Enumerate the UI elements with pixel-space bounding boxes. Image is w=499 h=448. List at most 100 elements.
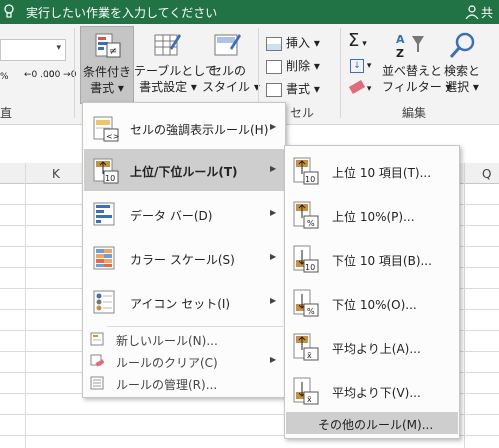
format-cells-button[interactable]: 書式 ▾ [266, 80, 320, 97]
number-group-label: 直 [0, 106, 13, 120]
conditional-formatting-button[interactable]: ≠ 条件付き 書式 ▾ [80, 26, 134, 104]
chevron-down-icon: ▾ [364, 84, 372, 94]
fs-label-line2: 選択 ▾ [445, 80, 479, 94]
submenu-item-bottom-10-items[interactable]: 10 下位 10 項目(B)... [286, 238, 458, 280]
fs-label-line1: 検索と [443, 64, 480, 78]
sf-label-line2: フィルター ▾ [382, 80, 452, 94]
column-header-q[interactable]: Q [482, 167, 491, 181]
submenu-item-above-average[interactable]: x̄ 平均より上(A)... [286, 326, 458, 368]
editing-group-label: 編集 [402, 106, 427, 120]
menu-item-data-bars[interactable]: データ バー(D) ▶ [84, 193, 284, 235]
delete-button[interactable]: 削除 ▾ [266, 57, 320, 74]
submenu-item-top-10-items[interactable]: 10 上位 10 項目(T)... [286, 150, 458, 192]
submenu-icon-text: 10 [305, 263, 315, 272]
menu-separator [107, 326, 283, 327]
menu-item-label: 上位/下位ルール(T) [130, 165, 238, 179]
eraser-icon [348, 80, 366, 94]
menu-item-label: データ バー(D) [130, 209, 213, 223]
sort-filter-icon: A Z [396, 33, 424, 60]
submenu-arrow-icon: ▶ [270, 122, 277, 131]
bottom-10-items-icon: 10 [293, 245, 319, 273]
table-format-icon [154, 34, 181, 56]
group-separator [340, 28, 341, 118]
menu-item-clear-rules[interactable]: ルールのクリア(C) ▶ [84, 351, 284, 371]
submenu-item-below-average[interactable]: x̄ 平均より下(V)... [286, 370, 458, 412]
color-scales-icon [93, 246, 115, 270]
insert-button[interactable]: 挿入 ▾ [266, 34, 320, 51]
submenu-item-label: 平均より上(A)... [332, 342, 421, 356]
number-format-dropdown[interactable]: ▾ [0, 39, 66, 61]
column-gridline [464, 163, 465, 448]
menu-item-label: セルの強調表示ルール(H) [130, 123, 269, 137]
submenu-icon-text: x̄ [307, 395, 312, 404]
menu-item-label: 新しいルール(N)... [116, 334, 218, 348]
menu-item-new-rule[interactable]: 新しいルール(N)... [84, 329, 284, 349]
cells-group-label: セル [290, 106, 315, 120]
submenu-icon-text: % [307, 307, 315, 316]
lightbulb-icon [4, 4, 14, 18]
find-select-button[interactable]: 検索と 選択 ▾ [442, 26, 482, 102]
svg-text:A: A [396, 33, 405, 46]
submenu-arrow-icon: ▶ [270, 296, 277, 305]
submenu-item-label: 下位 10 項目(B)... [332, 254, 432, 268]
menu-item-highlight-cells-rules[interactable]: <> セルの強調表示ルール(H) ▶ [84, 107, 284, 149]
submenu-icon-text: 10 [305, 175, 315, 184]
column-gridline [25, 163, 26, 448]
sigma-icon: Σ [348, 30, 360, 51]
menu-item-top-bottom-rules[interactable]: 10 上位/下位ルール(T) ▶ [84, 149, 284, 191]
icon-sets-icon [93, 290, 115, 314]
top-bottom-rules-submenu: 10 上位 10 項目(T)... % 上位 10%(P)... 10 下位 1… [284, 145, 460, 439]
clear-rules-icon [90, 354, 104, 367]
top-10-percent-icon: % [293, 201, 319, 229]
menu-item-color-scales[interactable]: カラー スケール(S) ▶ [84, 237, 284, 279]
below-average-icon: x̄ [293, 377, 319, 405]
column-header-k[interactable]: K [52, 167, 60, 181]
fat-label-line1: テーブルとして [134, 64, 217, 78]
submenu-item-label: 上位 10 項目(T)... [332, 166, 432, 180]
menu-item-label: ルールのクリア(C) [116, 356, 218, 370]
group-separator [74, 28, 75, 118]
submenu-icon-text: % [307, 219, 315, 228]
cs-label-line1: セルの [209, 64, 246, 78]
submenu-item-more-rules[interactable]: その他のルール(M)... [286, 412, 458, 434]
submenu-item-top-10-percent[interactable]: % 上位 10%(P)... [286, 194, 458, 236]
cell-styles-icon [214, 34, 241, 56]
new-rule-icon [90, 332, 104, 346]
format-label: 書式 ▾ [286, 82, 320, 96]
format-icon [266, 82, 282, 97]
fill-down-icon: ↓ [350, 59, 364, 73]
cell-styles-button[interactable]: セルの スタイル ▾ [202, 26, 260, 102]
decrease-decimal-button[interactable]: .00 →0 [46, 70, 76, 80]
share-person-icon[interactable] [465, 5, 479, 19]
delete-label: 削除 ▾ [286, 59, 320, 73]
submenu-item-label: 下位 10%(O)... [332, 298, 417, 312]
chevron-down-icon: ▾ [56, 43, 61, 53]
manage-rules-icon [90, 376, 104, 390]
tell-me-input[interactable]: 実行したい作業を入力してください [26, 4, 217, 21]
menu-item-label: ルールの管理(R)... [116, 378, 218, 392]
percent-icon[interactable]: % [0, 72, 9, 82]
menu-item-label: アイコン セット(I) [130, 297, 231, 311]
svg-text:<>: <> [106, 132, 119, 141]
submenu-item-label: その他のルール(M)... [318, 418, 434, 432]
chevron-down-icon: ▾ [359, 39, 367, 49]
menu-item-manage-rules[interactable]: ルールの管理(R)... [84, 373, 284, 393]
submenu-item-label: 平均より下(V)... [332, 386, 421, 400]
top-bottom-rules-icon: 10 [93, 158, 119, 184]
clear-button[interactable]: ▾ [348, 80, 372, 94]
menu-item-icon-sets[interactable]: アイコン セット(I) ▶ [84, 281, 284, 323]
fat-label-line2: 書式設定 ▾ [139, 80, 197, 94]
sort-filter-button[interactable]: A Z 並べ替えと フィルター ▾ [382, 26, 452, 102]
submenu-arrow-icon: ▶ [270, 208, 277, 217]
delete-icon [266, 59, 282, 74]
top-10-items-icon: 10 [293, 157, 319, 185]
submenu-icon-text: x̄ [307, 351, 312, 360]
submenu-arrow-icon: ▶ [270, 252, 277, 261]
fill-button[interactable]: ↓ ▾ [350, 57, 371, 73]
format-as-table-button[interactable]: テーブルとして 書式設定 ▾ [134, 26, 217, 102]
share-button[interactable]: 共 [481, 4, 493, 21]
bottom-10-percent-icon: % [293, 289, 319, 317]
data-bars-icon [93, 202, 115, 226]
submenu-item-bottom-10-percent[interactable]: % 下位 10%(O)... [286, 282, 458, 324]
autosum-button[interactable]: Σ ▾ [348, 30, 367, 51]
